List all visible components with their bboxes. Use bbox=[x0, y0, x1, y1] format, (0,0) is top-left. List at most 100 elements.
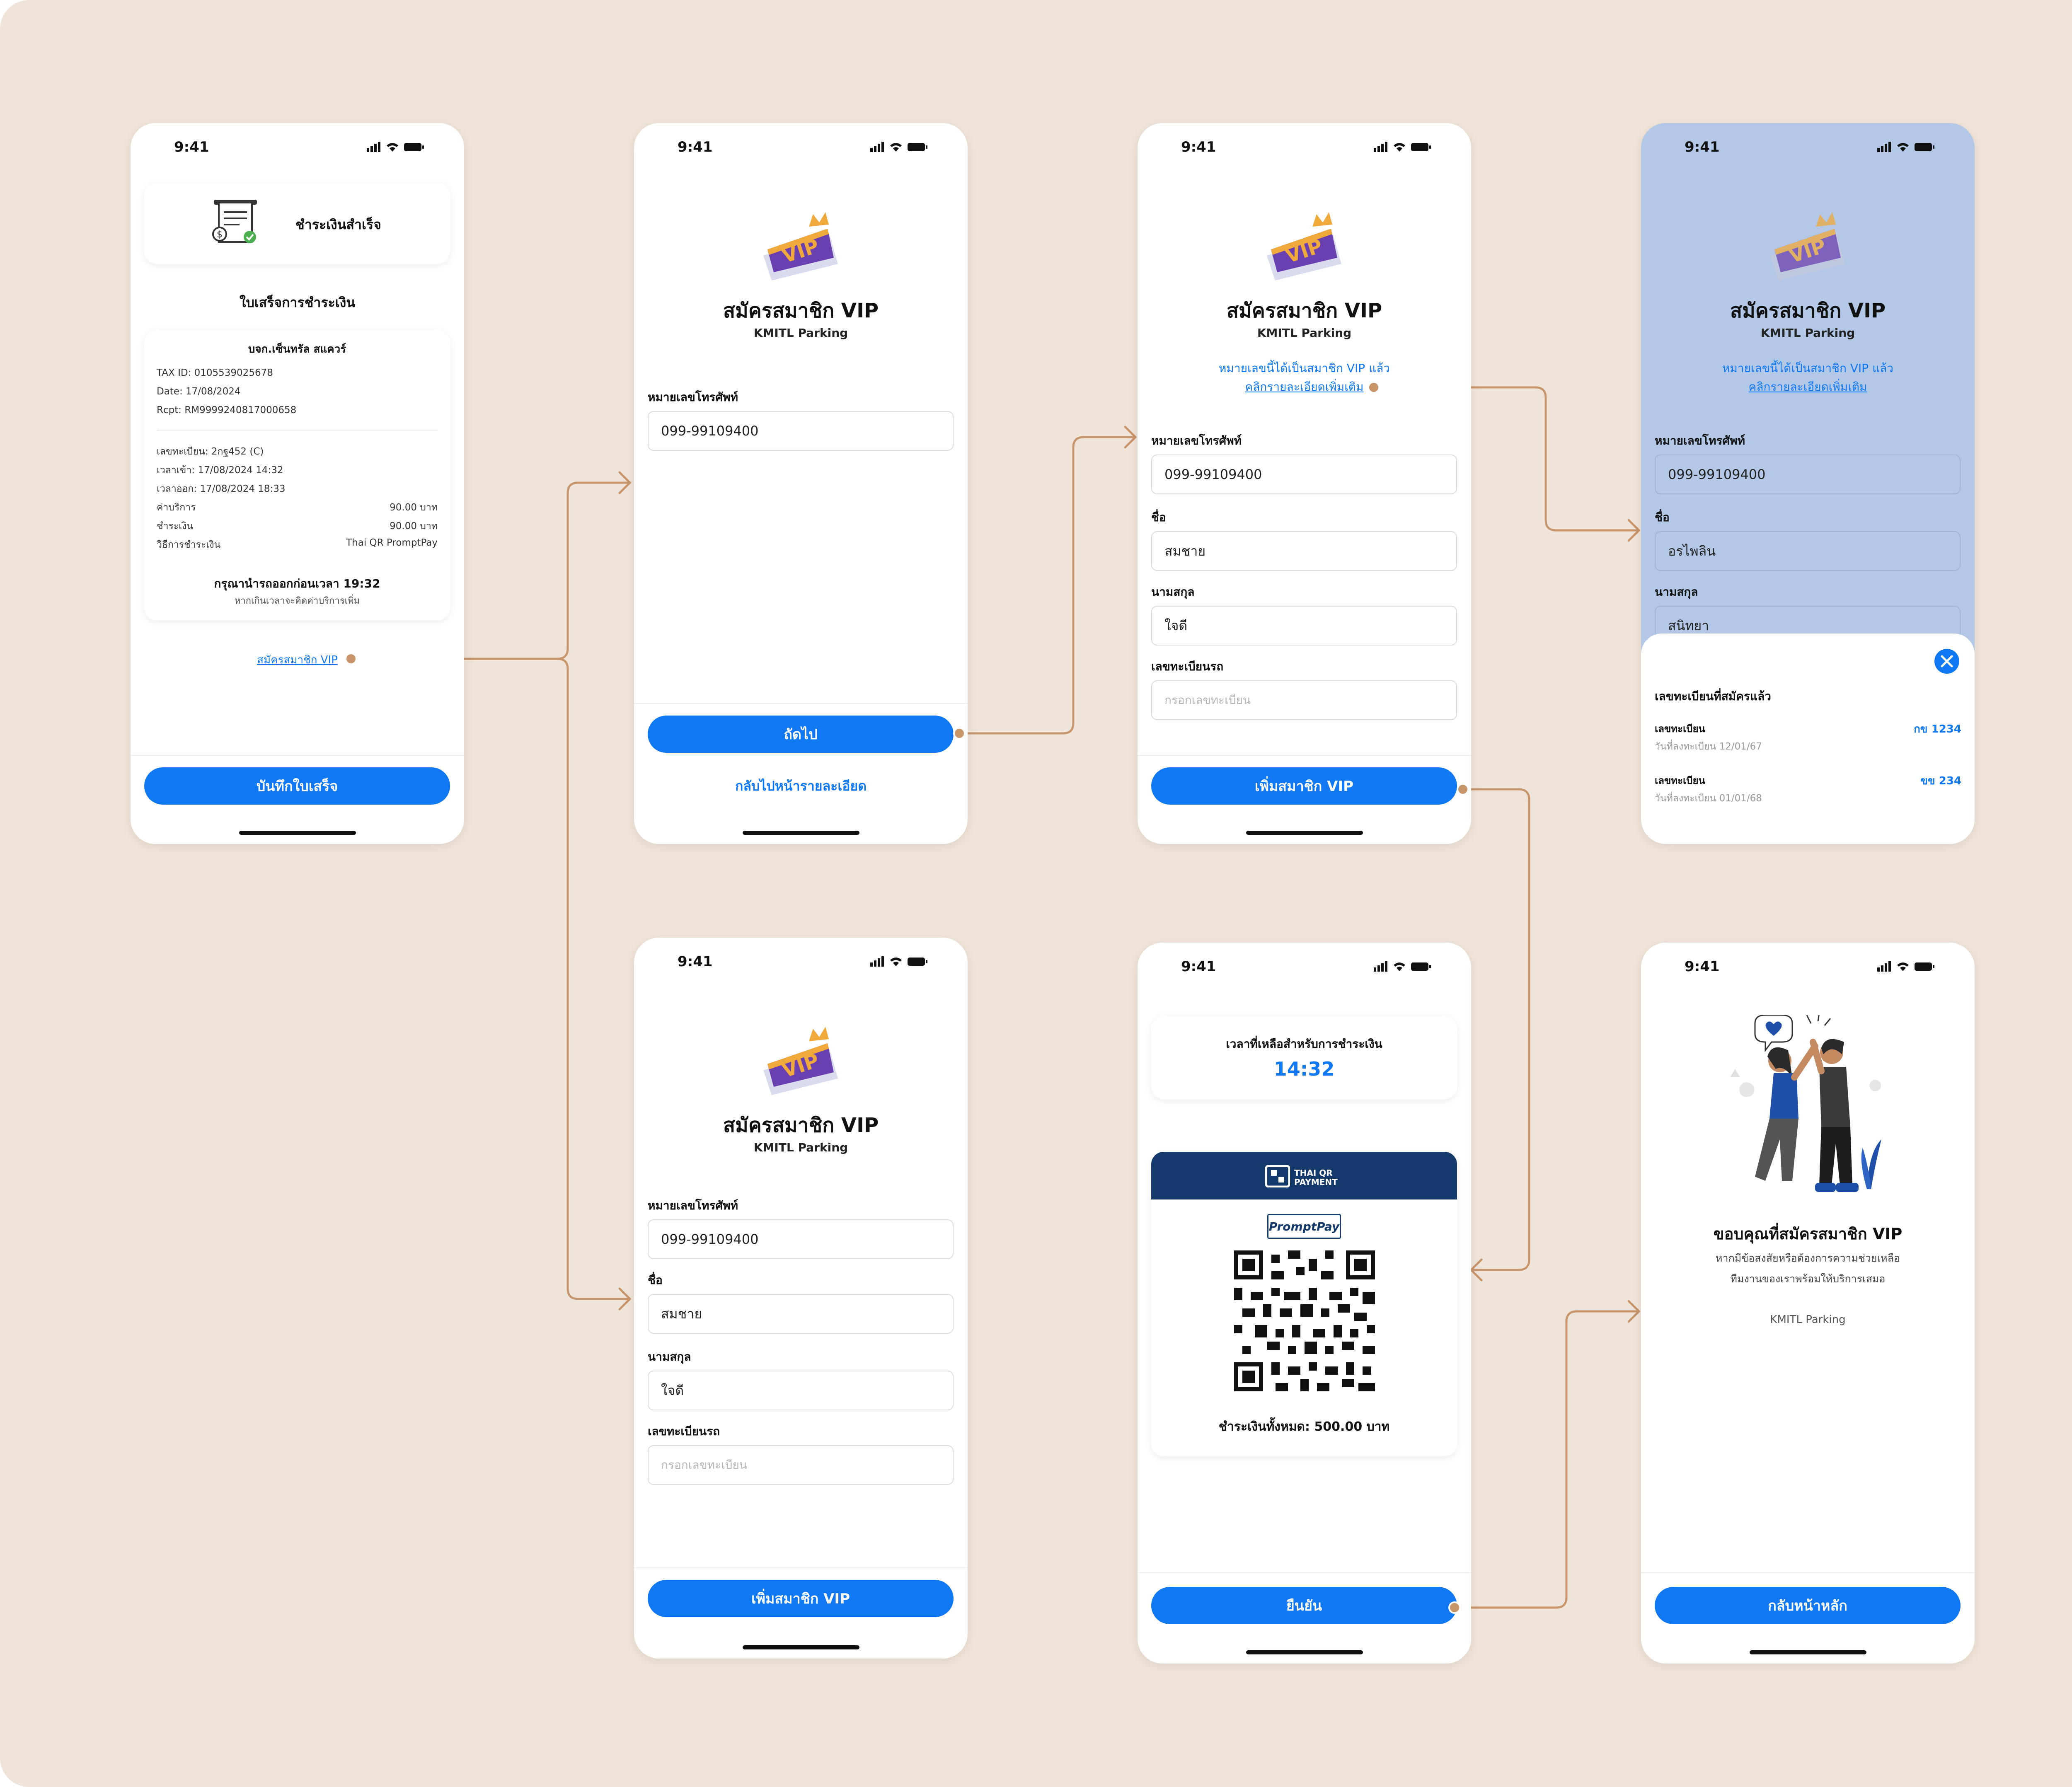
signal-wifi-battery-icon bbox=[870, 956, 927, 967]
plate-number: เลขทะเบียน: 2กฐ452 (C) bbox=[157, 446, 264, 457]
first-name-label: ชื่อ bbox=[648, 1273, 663, 1287]
thanks-title: ขอบคุณที่สมัครสมาชิก VIP bbox=[1713, 1225, 1903, 1243]
already-member-notice: หมายเลขนี้ได้เป็นสมาชิก VIP แล้ว bbox=[1722, 361, 1894, 375]
last-name-label: นามสกุล bbox=[1151, 585, 1195, 599]
vip-logo-icon: VIP bbox=[763, 212, 838, 281]
success-title: ชำระเงินสำเร็จ bbox=[295, 217, 381, 232]
vip-logo-icon: VIP bbox=[1770, 212, 1845, 281]
status-time: 9:41 bbox=[1181, 958, 1216, 975]
page-title: สมัครสมาชิก VIP bbox=[1226, 299, 1382, 322]
screen-registered-plates: 9:41 VIP สมัครสมาชิก VIP KMITL Parking ห… bbox=[1641, 123, 1975, 844]
timer-card: เวลาที่เหลือสำหรับการชำระเงิน 14:32 bbox=[1151, 1016, 1457, 1099]
thai-qr-icon bbox=[1265, 1165, 1290, 1187]
footer-divider bbox=[1138, 1572, 1471, 1573]
last-name-label: นามสกุล bbox=[648, 1350, 691, 1364]
phone-label: หมายเลขโทรศัพท์ bbox=[648, 390, 738, 404]
first-name-input[interactable]: สมชาย bbox=[648, 1294, 954, 1334]
signal-wifi-battery-icon bbox=[1374, 961, 1431, 972]
help-text-line1: หากมีข้อสงสัยหรือต้องการความช่วยเหลือ bbox=[1716, 1252, 1900, 1264]
home-indicator bbox=[1750, 1650, 1866, 1654]
high-five-illustration-icon bbox=[1730, 1015, 1881, 1192]
help-text-line2: ทีมงานของเราพร้อมให้บริการเสมอ bbox=[1730, 1273, 1886, 1285]
page-title: สมัครสมาชิก VIP bbox=[723, 1114, 879, 1137]
plate-item-date: วันที่ลงทะเบียน 01/01/68 bbox=[1655, 793, 1762, 804]
qr-card: THAI QR PAYMENT PromptPay ชำระเงินทั้งหม… bbox=[1151, 1152, 1457, 1456]
vip-register-link[interactable]: สมัครสมาชิก VIP bbox=[131, 651, 464, 668]
status-bar: 9:41 bbox=[1641, 123, 1975, 173]
more-details-link[interactable]: คลิกรายละเอียดเพิ่มเติม bbox=[1641, 378, 1975, 396]
connector-dot bbox=[345, 653, 357, 665]
status-time: 9:41 bbox=[1685, 958, 1720, 975]
confirm-button[interactable]: ยืนยัน bbox=[1151, 1587, 1457, 1624]
plate-item-label: เลขทะเบียน bbox=[1655, 775, 1705, 786]
plate-input[interactable]: กรอกเลขทะเบียน bbox=[1151, 680, 1457, 720]
plate-item-value: ขข 234 bbox=[1920, 775, 1961, 787]
add-vip-button[interactable]: เพิ่มสมาชิก VIP bbox=[1151, 767, 1457, 805]
sheet-title: เลขทะเบียนที่สมัครแล้ว bbox=[1655, 689, 1771, 703]
status-bar: 9:41 bbox=[131, 123, 464, 173]
row-value: Thai QR PromptPay bbox=[346, 537, 438, 548]
first-name-input[interactable]: สมชาย bbox=[1151, 531, 1457, 571]
close-icon[interactable] bbox=[1934, 648, 1960, 675]
phone-label: หมายเลขโทรศัพท์ bbox=[648, 1199, 738, 1212]
receipt-heading: ใบเสร็จการชำระเงิน bbox=[239, 295, 356, 310]
page-title: สมัครสมาชิก VIP bbox=[1730, 299, 1886, 322]
last-name-input[interactable]: ใจดี bbox=[648, 1371, 954, 1410]
timer-value: 14:32 bbox=[1273, 1058, 1335, 1080]
qr-header: THAI QR PAYMENT bbox=[1151, 1152, 1457, 1199]
plate-item[interactable]: เลขทะเบียน วันที่ลงทะเบียน 01/01/68 ขข 2… bbox=[1655, 772, 1961, 814]
footer-divider bbox=[1641, 1572, 1975, 1573]
page-subtitle: KMITL Parking bbox=[1760, 326, 1855, 340]
back-to-details-link[interactable]: กลับไปหน้ารายละเอียด bbox=[634, 776, 968, 797]
phone-input[interactable]: 099-99109400 bbox=[648, 1219, 954, 1259]
connector-dot bbox=[1457, 783, 1469, 796]
first-name-input[interactable]: อรไพลิน bbox=[1655, 531, 1961, 571]
phone-input[interactable]: 099-99109400 bbox=[1151, 455, 1457, 494]
vip-logo-icon: VIP bbox=[1267, 212, 1341, 281]
success-card: $ ชำระเงินสำเร็จ bbox=[144, 183, 450, 264]
back-home-button[interactable]: กลับหน้าหลัก bbox=[1655, 1587, 1961, 1624]
time-in: เวลาเข้า: 17/08/2024 14:32 bbox=[157, 465, 283, 476]
next-button[interactable]: ถัดไป bbox=[648, 716, 954, 753]
save-receipt-button[interactable]: บันทึกใบเสร็จ bbox=[144, 767, 450, 805]
page-subtitle: KMITL Parking bbox=[753, 1141, 848, 1154]
row-label: วิธีการชำระเงิน bbox=[157, 539, 221, 550]
connector-dot bbox=[1368, 381, 1380, 394]
plate-label: เลขทะเบียนรถ bbox=[648, 1424, 720, 1438]
phone-input[interactable]: 099-99109400 bbox=[1655, 455, 1961, 494]
home-indicator bbox=[1246, 831, 1363, 835]
plate-input[interactable]: กรอกเลขทะเบียน bbox=[648, 1445, 954, 1485]
row-label: ค่าบริการ bbox=[157, 502, 196, 513]
timer-label: เวลาที่เหลือสำหรับการชำระเงิน bbox=[1226, 1037, 1382, 1051]
status-time: 9:41 bbox=[1685, 139, 1720, 155]
row-value: 90.00 บาท bbox=[390, 502, 438, 513]
exit-notice: กรุณานำรถออกก่อนเวลา 19:32 bbox=[214, 577, 380, 590]
status-bar: 9:41 bbox=[1138, 123, 1471, 173]
footer-divider bbox=[1138, 755, 1471, 756]
page-subtitle: KMITL Parking bbox=[753, 326, 848, 340]
status-time: 9:41 bbox=[1181, 139, 1216, 155]
row-value: 90.00 บาท bbox=[390, 521, 438, 532]
page-title: สมัครสมาชิก VIP bbox=[723, 299, 879, 322]
plate-item-label: เลขทะเบียน bbox=[1655, 723, 1705, 735]
home-indicator bbox=[239, 831, 356, 835]
screen-register-existing: 9:41 VIP สมัครสมาชิก VIP KMITL Parking ห… bbox=[1138, 123, 1471, 844]
status-bar: 9:41 bbox=[1641, 943, 1975, 992]
last-name-input[interactable]: ใจดี bbox=[1151, 606, 1457, 646]
connector-dot bbox=[1448, 1601, 1461, 1614]
add-vip-button[interactable]: เพิ่มสมาชิก VIP bbox=[648, 1580, 954, 1617]
already-member-notice: หมายเลขนี้ได้เป็นสมาชิก VIP แล้ว bbox=[1218, 361, 1390, 375]
promptpay-logo: PromptPay bbox=[1267, 1214, 1341, 1239]
status-bar: 9:41 bbox=[1138, 943, 1471, 992]
signal-wifi-battery-icon bbox=[1877, 142, 1934, 152]
time-out: เวลาออก: 17/08/2024 18:33 bbox=[157, 484, 286, 494]
plate-item[interactable]: เลขทะเบียน วันที่ลงทะเบียน 12/01/67 กข 1… bbox=[1655, 721, 1961, 762]
status-bar: 9:41 bbox=[634, 938, 968, 987]
home-indicator bbox=[1246, 1650, 1363, 1654]
home-indicator bbox=[743, 1645, 859, 1649]
footer-divider bbox=[131, 755, 464, 756]
status-bar: 9:41 bbox=[634, 123, 968, 173]
more-details-link[interactable]: คลิกรายละเอียดเพิ่มเติม bbox=[1138, 378, 1471, 396]
phone-input[interactable]: 099-99109400 bbox=[648, 411, 954, 451]
plate-label: เลขทะเบียนรถ bbox=[1151, 660, 1224, 673]
